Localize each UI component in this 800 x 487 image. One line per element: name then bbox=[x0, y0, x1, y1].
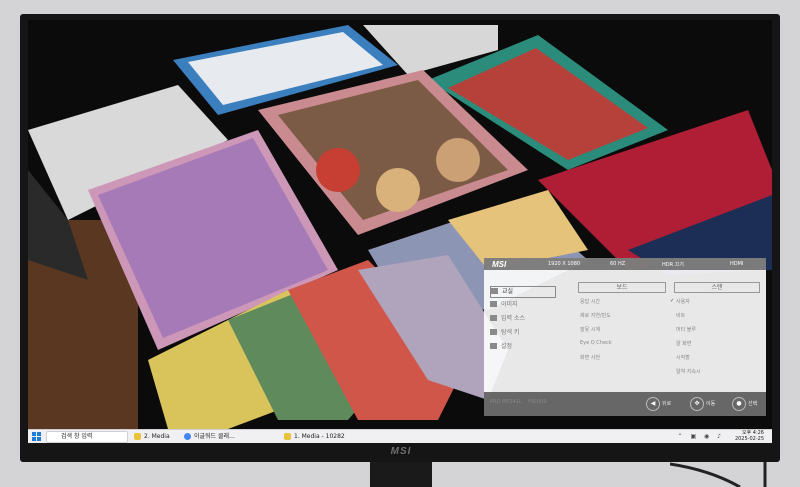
taskbar-app-media-1[interactable]: 1. Media - 10282 bbox=[282, 431, 345, 442]
osd-menu-image[interactable]: 이미지 bbox=[490, 300, 556, 310]
osd-option-eye-screen[interactable]: 알 화면 bbox=[676, 340, 691, 347]
osd-option-clock[interactable]: 잘못 시계 bbox=[580, 326, 600, 333]
back-icon[interactable]: ◀ bbox=[646, 397, 660, 411]
osd-hdr: HDR 끄기 bbox=[662, 262, 684, 268]
monitor-stand bbox=[370, 462, 432, 487]
taskbar-clock[interactable]: 오후 4:26 2025-02-25 bbox=[735, 430, 764, 442]
osd-option-response-time[interactable]: 응답 시간 bbox=[580, 298, 600, 305]
monitor-cable bbox=[670, 462, 767, 487]
system-tray-icons[interactable]: ⌃ ▣ ◉ ♪ bbox=[678, 433, 724, 440]
osd-status-bar: MSI 1920 X 1080 60 HZ HDR 끄기 HDMI bbox=[484, 258, 766, 270]
osd-menu-settings[interactable]: 설정 bbox=[490, 342, 556, 352]
taskbar-search-input[interactable]: 검색 창 입력 bbox=[46, 431, 128, 443]
taskbar-app-chrome[interactable]: 이글워드 클래… bbox=[182, 431, 235, 442]
osd-main-panel: 교실 이미지 입력 소스 탐색 키 설정 보드 스탠 응답 시간 제로 지연/빈… bbox=[484, 282, 766, 394]
move-icon[interactable]: ✥ bbox=[690, 397, 704, 411]
image-icon bbox=[490, 301, 497, 307]
select-icon[interactable]: ● bbox=[732, 397, 746, 411]
osd-option-zero-latency[interactable]: 제로 지연/빈도 bbox=[580, 312, 611, 319]
osd-firmware: FW.009 bbox=[528, 399, 547, 405]
taskbar-app-media-2[interactable]: 2. Media bbox=[132, 431, 170, 442]
osd-option-duration[interactable]: 알약 지속시 bbox=[676, 368, 701, 375]
windows-start-icon[interactable] bbox=[32, 432, 41, 441]
input-icon bbox=[490, 315, 497, 321]
clock-date: 2025-02-25 bbox=[734, 436, 764, 442]
chrome-icon bbox=[184, 433, 191, 440]
folder-icon bbox=[284, 433, 291, 440]
osd-option-start[interactable]: 시작할 bbox=[676, 354, 690, 361]
osd-option-eye-check[interactable]: Eye Q Check bbox=[580, 340, 612, 346]
osd-menu-navi-key[interactable]: 탐색 키 bbox=[490, 328, 556, 338]
navi-key-icon bbox=[490, 329, 497, 335]
osd-option-selected-check-icon: ✓ bbox=[670, 298, 675, 304]
folder-icon bbox=[134, 433, 141, 440]
osd-input: HDMI bbox=[730, 261, 744, 267]
settings-icon bbox=[490, 343, 497, 349]
osd-option-screen-preset[interactable]: 화면 사전 bbox=[580, 354, 600, 361]
osd-option-user[interactable]: 사용자 bbox=[676, 298, 690, 305]
osd-menu-game[interactable]: 교실 bbox=[490, 286, 556, 298]
osd-menu: MSI 1920 X 1080 60 HZ HDR 끄기 HDMI 교실 이미지… bbox=[484, 258, 766, 416]
osd-bottom-bar: PRO MP241L FW.009 ◀ 뒤로 ✥ 이동 ● 선택 bbox=[484, 392, 766, 416]
osd-resolution: 1920 X 1080 bbox=[548, 261, 581, 267]
osd-model-name: PRO MP241L bbox=[490, 399, 522, 405]
bezel-brand-logo: MSI bbox=[390, 446, 412, 457]
osd-nav-back-label: 뒤로 bbox=[662, 401, 672, 407]
osd-nav-move-label: 이동 bbox=[706, 401, 716, 407]
osd-refresh-rate: 60 HZ bbox=[610, 261, 626, 267]
osd-option-bit[interactable]: 비트 bbox=[676, 312, 685, 319]
osd-brand-logo: MSI bbox=[492, 260, 507, 269]
osd-nav-select-label: 선택 bbox=[748, 401, 758, 407]
windows-taskbar: 검색 창 입력 2. Media 이글워드 클래… 1. Media - 102… bbox=[28, 429, 772, 443]
osd-column-header-2[interactable]: 보드 bbox=[578, 282, 666, 293]
osd-option-blue[interactable]: 머티 블루 bbox=[676, 326, 696, 333]
osd-menu-input-source[interactable]: 입력 소스 bbox=[490, 314, 556, 324]
monitor-screen: MSI 1920 X 1080 60 HZ HDR 끄기 HDMI 교실 이미지… bbox=[28, 20, 772, 429]
osd-column-header-3[interactable]: 스탠 bbox=[674, 282, 760, 293]
game-icon bbox=[491, 288, 498, 294]
